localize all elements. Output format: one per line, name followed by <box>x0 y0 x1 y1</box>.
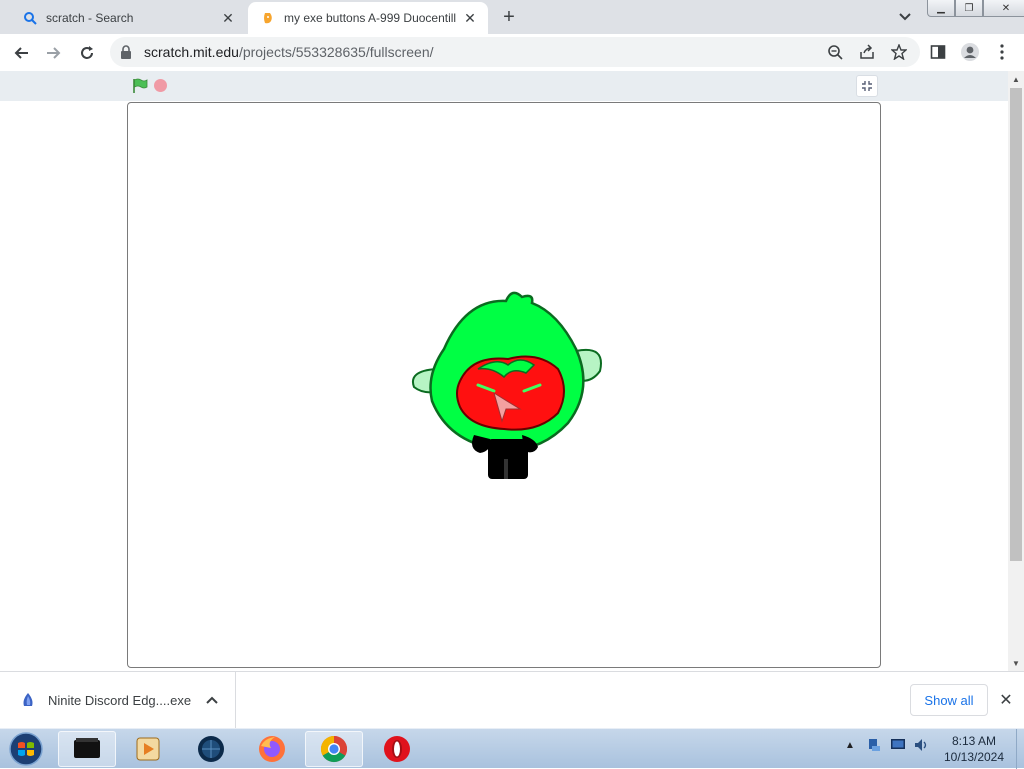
restore-button[interactable]: ❐ <box>955 0 983 17</box>
cmd-icon <box>74 738 100 758</box>
media-player-icon <box>136 737 160 761</box>
green-flag-icon[interactable] <box>132 78 148 94</box>
tab-title: scratch - Search <box>46 11 134 25</box>
taskbar-chrome[interactable] <box>305 731 363 767</box>
close-download-bar-icon[interactable]: ✕ <box>996 690 1016 710</box>
taskbar-opera[interactable] <box>368 731 426 767</box>
scroll-up-arrow-icon[interactable]: ▲ <box>1008 71 1024 87</box>
clock-time: 8:13 AM <box>951 734 997 748</box>
taskbar-globe[interactable] <box>182 731 240 767</box>
new-tab-button[interactable]: + <box>498 6 520 28</box>
minimize-button[interactable]: ▁ <box>927 0 955 17</box>
start-button[interactable] <box>6 731 46 767</box>
system-tray: ▲ <box>842 737 930 753</box>
menu-kebab-icon[interactable] <box>992 42 1012 62</box>
scroll-down-arrow-icon[interactable]: ▼ <box>1008 655 1024 671</box>
scroll-thumb[interactable] <box>1010 88 1022 561</box>
close-tab-icon[interactable]: ✕ <box>220 10 236 26</box>
window-controls: ▁ ❐ ✕ <box>927 0 1024 18</box>
chevron-up-icon[interactable] <box>203 691 221 709</box>
tab-scratch-search[interactable]: scratch - Search ✕ <box>8 2 246 34</box>
system-clock[interactable]: 8:13 AM 10/13/2024 <box>936 733 1012 765</box>
download-item[interactable]: Ninite Discord Edg....exe <box>0 672 236 728</box>
url-host: scratch.mit.edu <box>144 44 239 60</box>
back-arrow-icon <box>14 47 28 59</box>
windows-logo-icon <box>9 732 43 766</box>
taskbar-firefox[interactable] <box>243 731 301 767</box>
tab-scratch-project[interactable]: my exe buttons A-999 Duocentill ✕ <box>248 2 488 34</box>
share-icon[interactable] <box>858 43 876 61</box>
windows-taskbar: ▲ 8:13 AM 10/13/2024 <box>0 728 1024 769</box>
tab-strip: scratch - Search ✕ my exe buttons A-999 … <box>0 0 1024 34</box>
tab-search-chevron-icon[interactable] <box>896 8 914 26</box>
taskbar-cmd[interactable] <box>58 731 116 767</box>
download-bar: Ninite Discord Edg....exe Show all ✕ <box>0 671 1024 728</box>
volume-icon[interactable] <box>914 737 930 753</box>
side-panel-icon[interactable] <box>928 42 948 62</box>
reload-icon <box>81 46 93 59</box>
forward-button[interactable] <box>42 41 66 65</box>
project-stage[interactable] <box>127 102 881 668</box>
tab-title: my exe buttons A-999 Duocentill <box>284 11 457 25</box>
show-all-button[interactable]: Show all <box>910 684 988 716</box>
close-window-button[interactable]: ✕ <box>983 0 1024 17</box>
download-file-name: Ninite Discord Edg....exe <box>48 692 192 708</box>
bookmark-star-icon[interactable] <box>890 43 908 61</box>
lock-icon[interactable] <box>120 45 134 59</box>
chrome-icon <box>320 735 348 763</box>
monitor-icon[interactable] <box>890 737 906 753</box>
globe-icon <box>198 736 224 762</box>
show-desktop-button[interactable] <box>1016 729 1024 769</box>
firefox-icon <box>259 736 285 762</box>
opera-icon <box>384 736 410 762</box>
browser-toolbar: scratch.mit.edu/projects/553328635/fulls… <box>0 34 1024 72</box>
network-adapter-icon[interactable] <box>866 737 882 753</box>
close-tab-icon[interactable]: ✕ <box>462 10 478 26</box>
scratch-cat-icon <box>260 10 276 26</box>
zoom-icon[interactable] <box>826 43 844 61</box>
back-button[interactable] <box>9 41 33 65</box>
taskbar-media-player[interactable] <box>119 731 177 767</box>
page-content <box>0 71 1008 671</box>
profile-avatar-icon[interactable] <box>960 42 980 62</box>
address-bar[interactable]: scratch.mit.edu/projects/553328635/fulls… <box>110 37 920 67</box>
tray-expand-icon[interactable]: ▲ <box>842 737 858 753</box>
sprite-green-creature[interactable] <box>408 289 608 484</box>
unfullscreen-icon[interactable] <box>856 75 878 97</box>
url-text[interactable]: scratch.mit.edu/projects/553328635/fulls… <box>144 44 434 60</box>
forward-arrow-icon <box>47 47 61 59</box>
page-scrollbar[interactable]: ▲ ▼ <box>1008 71 1024 671</box>
clock-date: 10/13/2024 <box>943 750 1005 764</box>
player-control-bar <box>0 71 1008 101</box>
reload-button[interactable] <box>75 41 99 65</box>
url-path: /projects/553328635/fullscreen/ <box>238 44 434 60</box>
stop-sign-icon[interactable] <box>154 79 167 92</box>
installer-file-icon <box>20 691 38 709</box>
search-icon <box>22 10 38 26</box>
